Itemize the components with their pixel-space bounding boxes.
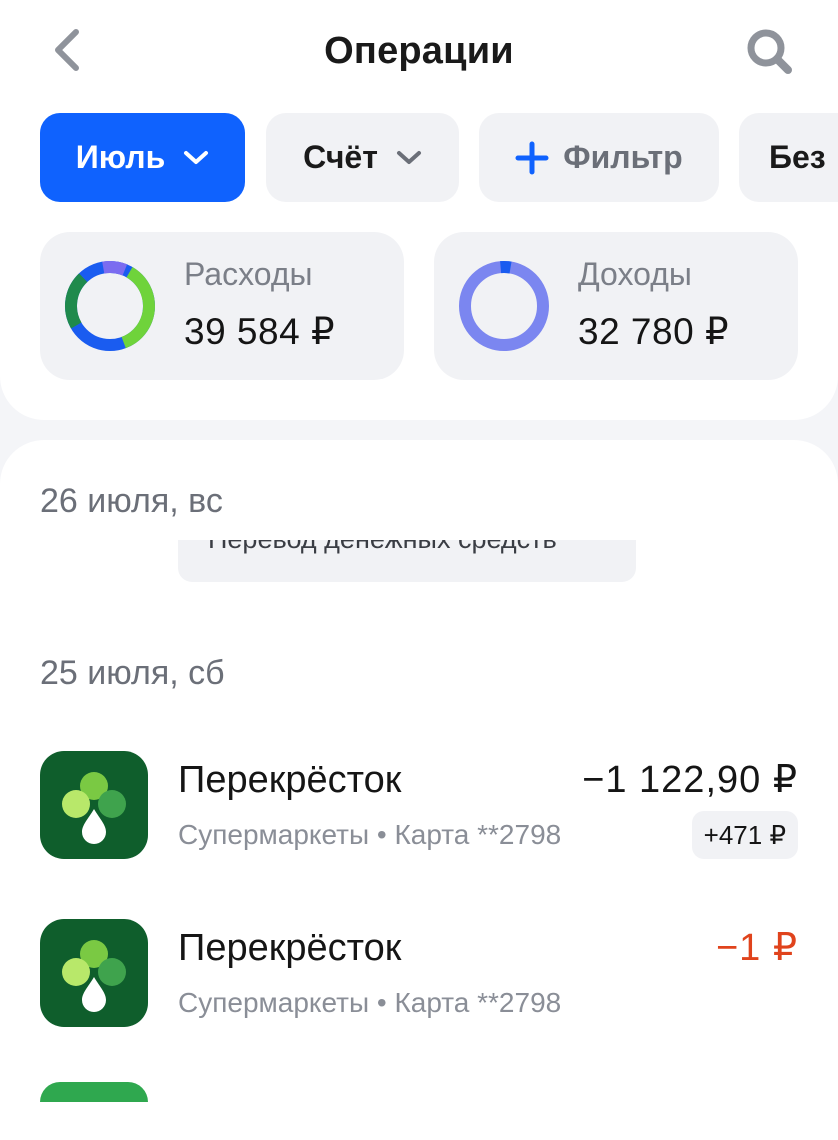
transfer-description-bubble[interactable]: Перевод денежных средств [178, 540, 636, 582]
expenses-summary-card[interactable]: Расходы 39 584 ₽ [40, 232, 404, 380]
page-title: Операции [324, 30, 514, 72]
account-filter-label: Счёт [303, 139, 378, 175]
expenses-label: Расходы [184, 256, 313, 292]
expenses-value: 39 584 ₽ [184, 311, 335, 352]
chevron-down-icon [396, 150, 421, 164]
top-panel: Операции Июль Счёт Фильтр Без Расходы 39… [0, 0, 838, 420]
app-header: Операции [0, 0, 838, 105]
transaction-amount: −1 122,90 ₽ [582, 759, 798, 801]
month-filter-label: Июль [75, 139, 166, 175]
add-filter-label: Фильтр [563, 139, 683, 175]
income-label: Доходы [578, 256, 692, 292]
plus-icon [515, 141, 549, 174]
perekrestok-logo-icon [40, 919, 148, 1027]
income-summary-card[interactable]: Доходы 32 780 ₽ [434, 232, 798, 380]
merchant-name: Перекрёсток [178, 759, 402, 801]
transaction-category: Супермаркеты • Карта **2798 [178, 819, 562, 850]
filter-chips: Июль Счёт Фильтр Без [0, 113, 838, 203]
search-icon [747, 29, 792, 74]
transaction-category: Супермаркеты • Карта **2798 [178, 987, 562, 1018]
extra-filter-chip[interactable]: Без [739, 113, 838, 202]
next-transaction-logo [40, 1082, 148, 1102]
cashback-badge: +471 ₽ [691, 811, 798, 859]
transaction-amount: −1 ₽ [715, 927, 798, 969]
expenses-donut-chart [64, 261, 155, 352]
add-filter-chip[interactable]: Фильтр [479, 113, 719, 202]
account-filter-chip[interactable]: Счёт [266, 113, 459, 202]
transaction-row[interactable]: Перекрёсток Супермаркеты • Карта **2798 … [0, 751, 838, 871]
extra-filter-label: Без [769, 139, 826, 175]
income-donut-chart [459, 261, 549, 351]
perekrestok-logo-icon [40, 751, 148, 859]
transaction-row[interactable]: Перекрёсток Супермаркеты • Карта **2798 … [0, 919, 838, 1039]
merchant-name: Перекрёсток [178, 927, 402, 969]
income-value: 32 780 ₽ [578, 311, 729, 352]
date-header: 26 июля, вс [40, 482, 223, 520]
month-filter-chip[interactable]: Июль [40, 113, 245, 202]
chevron-down-icon [184, 150, 209, 164]
search-button[interactable] [742, 24, 798, 80]
date-header: 25 июля, сб [40, 654, 225, 692]
transfer-description-text: Перевод денежных средств [208, 540, 557, 555]
